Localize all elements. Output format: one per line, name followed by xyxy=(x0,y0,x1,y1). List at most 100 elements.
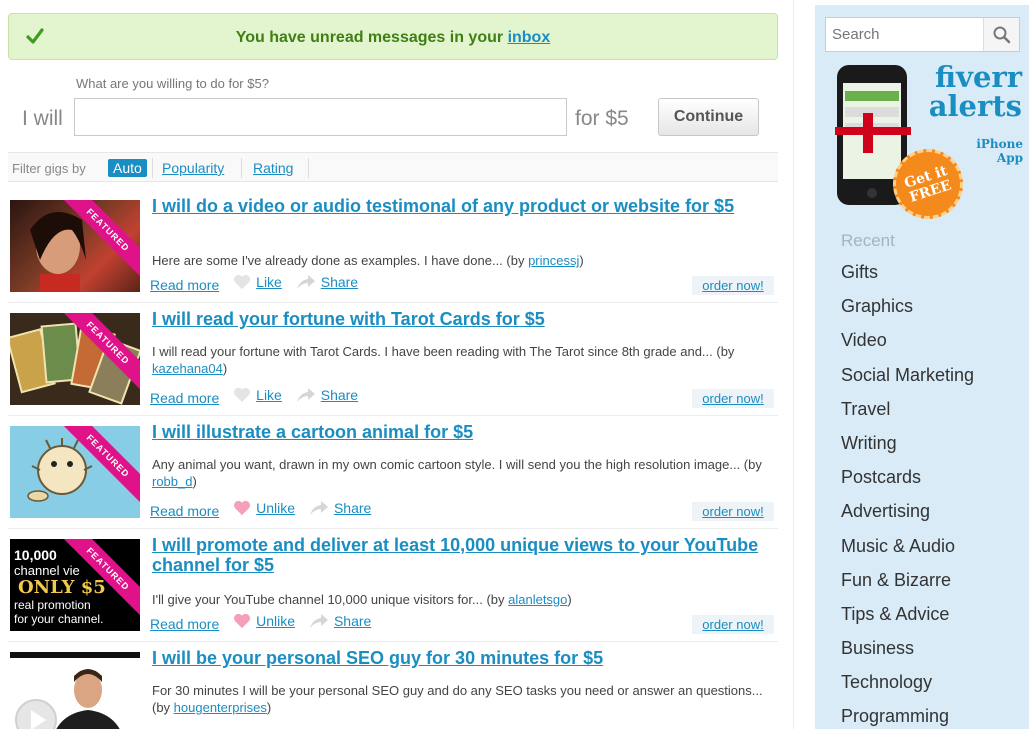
filter-divider xyxy=(308,158,309,178)
promo-subtitle-line: App xyxy=(996,151,1023,165)
gig-description-close: ) xyxy=(266,700,272,715)
like-link[interactable]: Like xyxy=(256,387,282,403)
gig-title-link[interactable]: I will read your fortune with Tarot Card… xyxy=(152,309,772,329)
video-thumbnail-image xyxy=(15,669,120,729)
category-travel[interactable]: Travel xyxy=(841,396,974,430)
gig-title-link[interactable]: I will illustrate a cartoon animal for $… xyxy=(152,422,772,442)
gig-description-close: ) xyxy=(579,253,584,268)
like-link[interactable]: Like xyxy=(256,274,282,290)
gig-description-close: ) xyxy=(192,474,197,489)
gig-thumbnail[interactable]: FEATURED xyxy=(10,313,140,405)
gig-seller-link[interactable]: kazehana04 xyxy=(152,361,223,376)
thumb-text: real promotion xyxy=(14,598,91,612)
gig-item: FEATURED I will illustrate a cartoon ani… xyxy=(8,416,778,529)
gig-thumbnail[interactable]: FEATURED xyxy=(10,426,140,518)
unlike-link[interactable]: Unlike xyxy=(256,500,295,516)
gig-thumbnail[interactable]: FEATURED xyxy=(10,200,140,292)
share-link[interactable]: Share xyxy=(321,387,358,403)
continue-button[interactable]: Continue xyxy=(658,98,759,136)
search-button[interactable] xyxy=(983,18,1019,51)
like-action[interactable]: Like xyxy=(233,274,282,290)
gig-description-close: ) xyxy=(567,592,572,607)
unlike-link[interactable]: Unlike xyxy=(256,613,295,629)
heart-icon xyxy=(234,274,251,290)
gig-actions: Read more Unlike Share xyxy=(150,500,381,519)
promo-title-line: fiverr xyxy=(935,60,1022,94)
unlike-action[interactable]: Unlike xyxy=(233,613,295,629)
share-action[interactable]: Share xyxy=(309,613,371,629)
read-more-link[interactable]: Read more xyxy=(150,616,219,632)
search-input[interactable] xyxy=(826,18,984,51)
gig-title-link[interactable]: I will promote and deliver at least 10,0… xyxy=(152,535,772,575)
gig-description: Here are some I've already done as examp… xyxy=(152,252,777,269)
category-gifts[interactable]: Gifts xyxy=(841,259,974,293)
gig-seller-link[interactable]: robb_d xyxy=(152,474,192,489)
filter-bar: Filter gigs by Auto Popularity Rating xyxy=(8,152,778,182)
share-icon xyxy=(296,388,315,402)
filter-divider xyxy=(152,158,153,178)
gig-description-text: Here are some I've already done as examp… xyxy=(152,253,529,268)
inbox-link[interactable]: inbox xyxy=(508,29,551,46)
category-social-marketing[interactable]: Social Marketing xyxy=(841,362,974,396)
category-tips-advice[interactable]: Tips & Advice xyxy=(841,601,974,635)
category-business[interactable]: Business xyxy=(841,635,974,669)
category-programming[interactable]: Programming xyxy=(841,703,974,729)
gig-title-link[interactable]: I will do a video or audio testimonal of… xyxy=(152,196,772,216)
order-now-button[interactable]: order now! xyxy=(692,276,774,295)
filter-auto[interactable]: Auto xyxy=(108,159,147,177)
category-postcards[interactable]: Postcards xyxy=(841,464,974,498)
search-icon xyxy=(993,26,1010,43)
gig-title-link[interactable]: I will be your personal SEO guy for 30 m… xyxy=(152,648,772,668)
i-will-label: I will xyxy=(22,107,63,130)
gig-seller-link[interactable]: alanletsgo xyxy=(508,592,567,607)
recent-heading: Recent xyxy=(841,231,895,250)
share-icon xyxy=(309,501,328,515)
gig-seller-link[interactable]: princessj xyxy=(528,253,579,268)
promo-subtitle: iPhone App xyxy=(976,137,1023,165)
promo-subtitle-line: iPhone xyxy=(976,137,1023,151)
sidebar: fiverr alerts iPhone App Get it FREE Rec… xyxy=(815,5,1029,729)
gig-title-input[interactable] xyxy=(74,98,567,136)
share-action[interactable]: Share xyxy=(296,387,358,403)
read-more-link[interactable]: Read more xyxy=(150,503,219,519)
iphone-app-promo[interactable]: fiverr alerts iPhone App Get it FREE xyxy=(835,60,1025,229)
unlike-action[interactable]: Unlike xyxy=(233,500,295,516)
share-link[interactable]: Share xyxy=(334,613,371,629)
like-action[interactable]: Like xyxy=(233,387,282,403)
share-link[interactable]: Share xyxy=(321,274,358,290)
category-advertising[interactable]: Advertising xyxy=(841,498,974,532)
category-graphics[interactable]: Graphics xyxy=(841,293,974,327)
gig-description-text: Any animal you want, drawn in my own com… xyxy=(152,457,762,472)
filter-rating[interactable]: Rating xyxy=(248,159,298,177)
gig-item: 10,000 channel vie ONLY $5 real promotio… xyxy=(8,529,778,642)
price-label: for $5 xyxy=(575,107,629,130)
share-link[interactable]: Share xyxy=(334,500,371,516)
gig-seller-link[interactable]: hougenterprises xyxy=(174,700,267,715)
heart-icon xyxy=(234,613,251,629)
category-video[interactable]: Video xyxy=(841,327,974,361)
category-technology[interactable]: Technology xyxy=(841,669,974,703)
read-more-link[interactable]: Read more xyxy=(150,277,219,293)
gig-thumbnail[interactable] xyxy=(10,652,140,729)
gig-description: I will read your fortune with Tarot Card… xyxy=(152,343,777,377)
thumb-text: for your channel. xyxy=(14,612,104,626)
share-action[interactable]: Share xyxy=(309,500,371,516)
category-fun-bizarre[interactable]: Fun & Bizarre xyxy=(841,567,974,601)
gig-description: I'll give your YouTube channel 10,000 un… xyxy=(152,591,777,608)
filter-divider xyxy=(241,158,242,178)
gig-thumbnail[interactable]: 10,000 channel vie ONLY $5 real promotio… xyxy=(10,539,140,631)
filter-popularity[interactable]: Popularity xyxy=(157,159,229,177)
read-more-link[interactable]: Read more xyxy=(150,390,219,406)
promo-title-line: alerts xyxy=(928,89,1022,123)
heart-icon xyxy=(234,500,251,516)
notice-text: You have unread messages in your xyxy=(235,29,504,46)
share-icon xyxy=(309,614,328,628)
order-now-button[interactable]: order now! xyxy=(692,502,774,521)
gig-description-text: I'll give your YouTube channel 10,000 un… xyxy=(152,592,509,607)
share-action[interactable]: Share xyxy=(296,274,358,290)
category-music-audio[interactable]: Music & Audio xyxy=(841,533,974,567)
gig-list: FEATURED I will do a video or audio test… xyxy=(8,190,778,729)
order-now-button[interactable]: order now! xyxy=(692,389,774,408)
category-writing[interactable]: Writing xyxy=(841,430,974,464)
order-now-button[interactable]: order now! xyxy=(692,615,774,634)
